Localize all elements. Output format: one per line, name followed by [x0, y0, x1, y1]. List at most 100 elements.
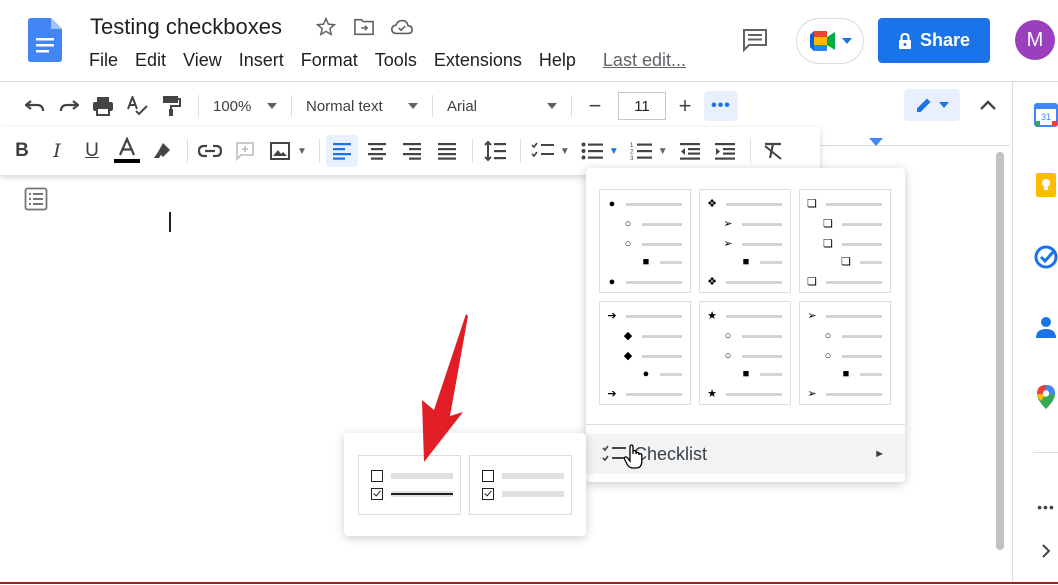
- bullet-symbol: ❏: [823, 218, 833, 230]
- docs-logo-icon[interactable]: [28, 18, 62, 62]
- chevron-down-icon[interactable]: ▼: [560, 146, 570, 157]
- bulleted-list-icon[interactable]: [576, 135, 608, 167]
- menu-help[interactable]: Help: [539, 50, 576, 71]
- justify-icon[interactable]: [431, 135, 463, 167]
- more-addons-icon[interactable]: •••: [1033, 494, 1058, 520]
- vertical-scrollbar[interactable]: [996, 152, 1004, 550]
- tasks-icon[interactable]: [1033, 244, 1058, 270]
- bullet-preset-row: ★: [706, 388, 782, 400]
- document-outline-icon[interactable]: [24, 187, 48, 211]
- decrease-indent-icon[interactable]: [674, 135, 706, 167]
- calendar-icon[interactable]: 31: [1033, 102, 1058, 128]
- bullet-preset-row: ❏: [806, 198, 882, 210]
- align-left-icon[interactable]: [325, 135, 358, 167]
- checklist-icon[interactable]: [527, 135, 559, 167]
- account-avatar[interactable]: M: [1015, 20, 1055, 60]
- pencil-icon: [917, 98, 931, 112]
- paint-format-icon[interactable]: [156, 91, 186, 121]
- print-icon[interactable]: [88, 91, 118, 121]
- document-title[interactable]: Testing checkboxes: [90, 14, 282, 40]
- bullet-preset-4[interactable]: ➔ ◆ ◆ ● ➔: [599, 301, 691, 405]
- contacts-icon[interactable]: [1033, 314, 1058, 340]
- menu-insert[interactable]: Insert: [239, 50, 284, 71]
- bullet-preset-5[interactable]: ★ ○ ○ ■ ★: [699, 301, 791, 405]
- share-button[interactable]: Share: [878, 18, 990, 63]
- more-options-button[interactable]: •••: [704, 91, 738, 121]
- chevron-down-icon[interactable]: ▼: [297, 146, 307, 157]
- placeholder-line: [860, 372, 882, 376]
- comments-button[interactable]: [738, 24, 772, 56]
- increase-font-size-button[interactable]: +: [670, 91, 700, 121]
- undo-icon[interactable]: [20, 91, 50, 121]
- meet-button[interactable]: [796, 18, 864, 64]
- numbered-list-icon[interactable]: 123: [625, 135, 657, 167]
- move-to-folder-icon[interactable]: [352, 15, 376, 39]
- zoom-select[interactable]: 100%: [207, 98, 283, 115]
- redo-icon[interactable]: [54, 91, 84, 121]
- bullet-symbol: ○: [824, 330, 832, 342]
- checklist-plain-option[interactable]: [469, 455, 572, 515]
- bullet-preset-2[interactable]: ❖ ➢ ➢ ■ ❖: [699, 189, 791, 293]
- text-color-icon[interactable]: [111, 135, 143, 167]
- placeholder-line: [642, 334, 682, 338]
- svg-text:3: 3: [630, 156, 634, 161]
- toolbar-divider: [571, 95, 572, 117]
- bullet-symbol: ★: [707, 388, 717, 400]
- align-center-icon[interactable]: [361, 135, 393, 167]
- underline-icon[interactable]: U: [76, 135, 108, 167]
- bullet-preset-6[interactable]: ➢ ○ ○ ■ ➢: [799, 301, 891, 405]
- menu-bar: File Edit View Insert Format Tools Exten…: [89, 50, 686, 71]
- spellcheck-icon[interactable]: [122, 91, 152, 121]
- bullet-preset-row: ○: [622, 218, 682, 230]
- cloud-saved-icon[interactable]: [390, 15, 414, 39]
- toolbar-divider: [187, 139, 188, 163]
- placeholder-line: [842, 242, 882, 246]
- chevron-down-icon[interactable]: ▼: [658, 146, 668, 157]
- paragraph-style-select[interactable]: Normal text: [300, 98, 424, 115]
- chevron-down-icon[interactable]: ▼: [609, 146, 619, 157]
- editing-mode-button[interactable]: [904, 89, 960, 121]
- menu-edit[interactable]: Edit: [135, 50, 166, 71]
- last-edit-link[interactable]: Last edit...: [603, 50, 686, 71]
- bullet-preset-1[interactable]: ● ○ ○ ■ ●: [599, 189, 691, 293]
- bullet-preset-row: ◆: [622, 350, 682, 362]
- bold-icon[interactable]: B: [6, 135, 38, 167]
- menu-file[interactable]: File: [89, 50, 118, 71]
- indent-marker[interactable]: [869, 138, 883, 146]
- bullet-preset-row: ○: [622, 238, 682, 250]
- menu-tools[interactable]: Tools: [375, 50, 417, 71]
- add-comment-icon[interactable]: [229, 135, 261, 167]
- align-right-icon[interactable]: [396, 135, 428, 167]
- placeholder-line: [842, 354, 882, 358]
- bullet-preset-row: ❏: [840, 256, 882, 268]
- bullet-preset-row: ○: [722, 330, 782, 342]
- toolbar-divider: [749, 139, 751, 163]
- highlight-color-icon[interactable]: [146, 135, 178, 167]
- expand-panel-icon[interactable]: [1033, 538, 1058, 564]
- clear-formatting-icon[interactable]: [757, 135, 789, 167]
- menu-format[interactable]: Format: [301, 50, 358, 71]
- chevron-down-icon: [939, 102, 949, 108]
- keep-icon[interactable]: [1033, 172, 1058, 198]
- font-size-input[interactable]: 11: [618, 92, 666, 120]
- placeholder-line: [626, 392, 682, 396]
- bullet-preset-3[interactable]: ❏ ❏ ❏ ❏ ❏: [799, 189, 891, 293]
- insert-link-icon[interactable]: [194, 135, 226, 167]
- insert-image-icon[interactable]: [264, 135, 296, 167]
- unchecked-box-icon: [482, 470, 494, 482]
- bullet-preset-row: ■: [640, 256, 682, 268]
- ruler[interactable]: [820, 130, 1010, 146]
- increase-indent-icon[interactable]: [709, 135, 741, 167]
- menu-extensions[interactable]: Extensions: [434, 50, 522, 71]
- bullet-symbol: ○: [624, 238, 632, 250]
- font-family-select[interactable]: Arial: [441, 98, 563, 115]
- menu-view[interactable]: View: [183, 50, 222, 71]
- hide-menus-button[interactable]: [975, 92, 1001, 118]
- maps-icon[interactable]: [1033, 384, 1058, 410]
- placeholder-line: [826, 392, 882, 396]
- decrease-font-size-button[interactable]: −: [580, 91, 610, 121]
- line-spacing-icon[interactable]: [479, 135, 511, 167]
- bullet-symbol: ○: [724, 330, 732, 342]
- star-icon[interactable]: [314, 15, 338, 39]
- italic-icon[interactable]: I: [41, 135, 73, 167]
